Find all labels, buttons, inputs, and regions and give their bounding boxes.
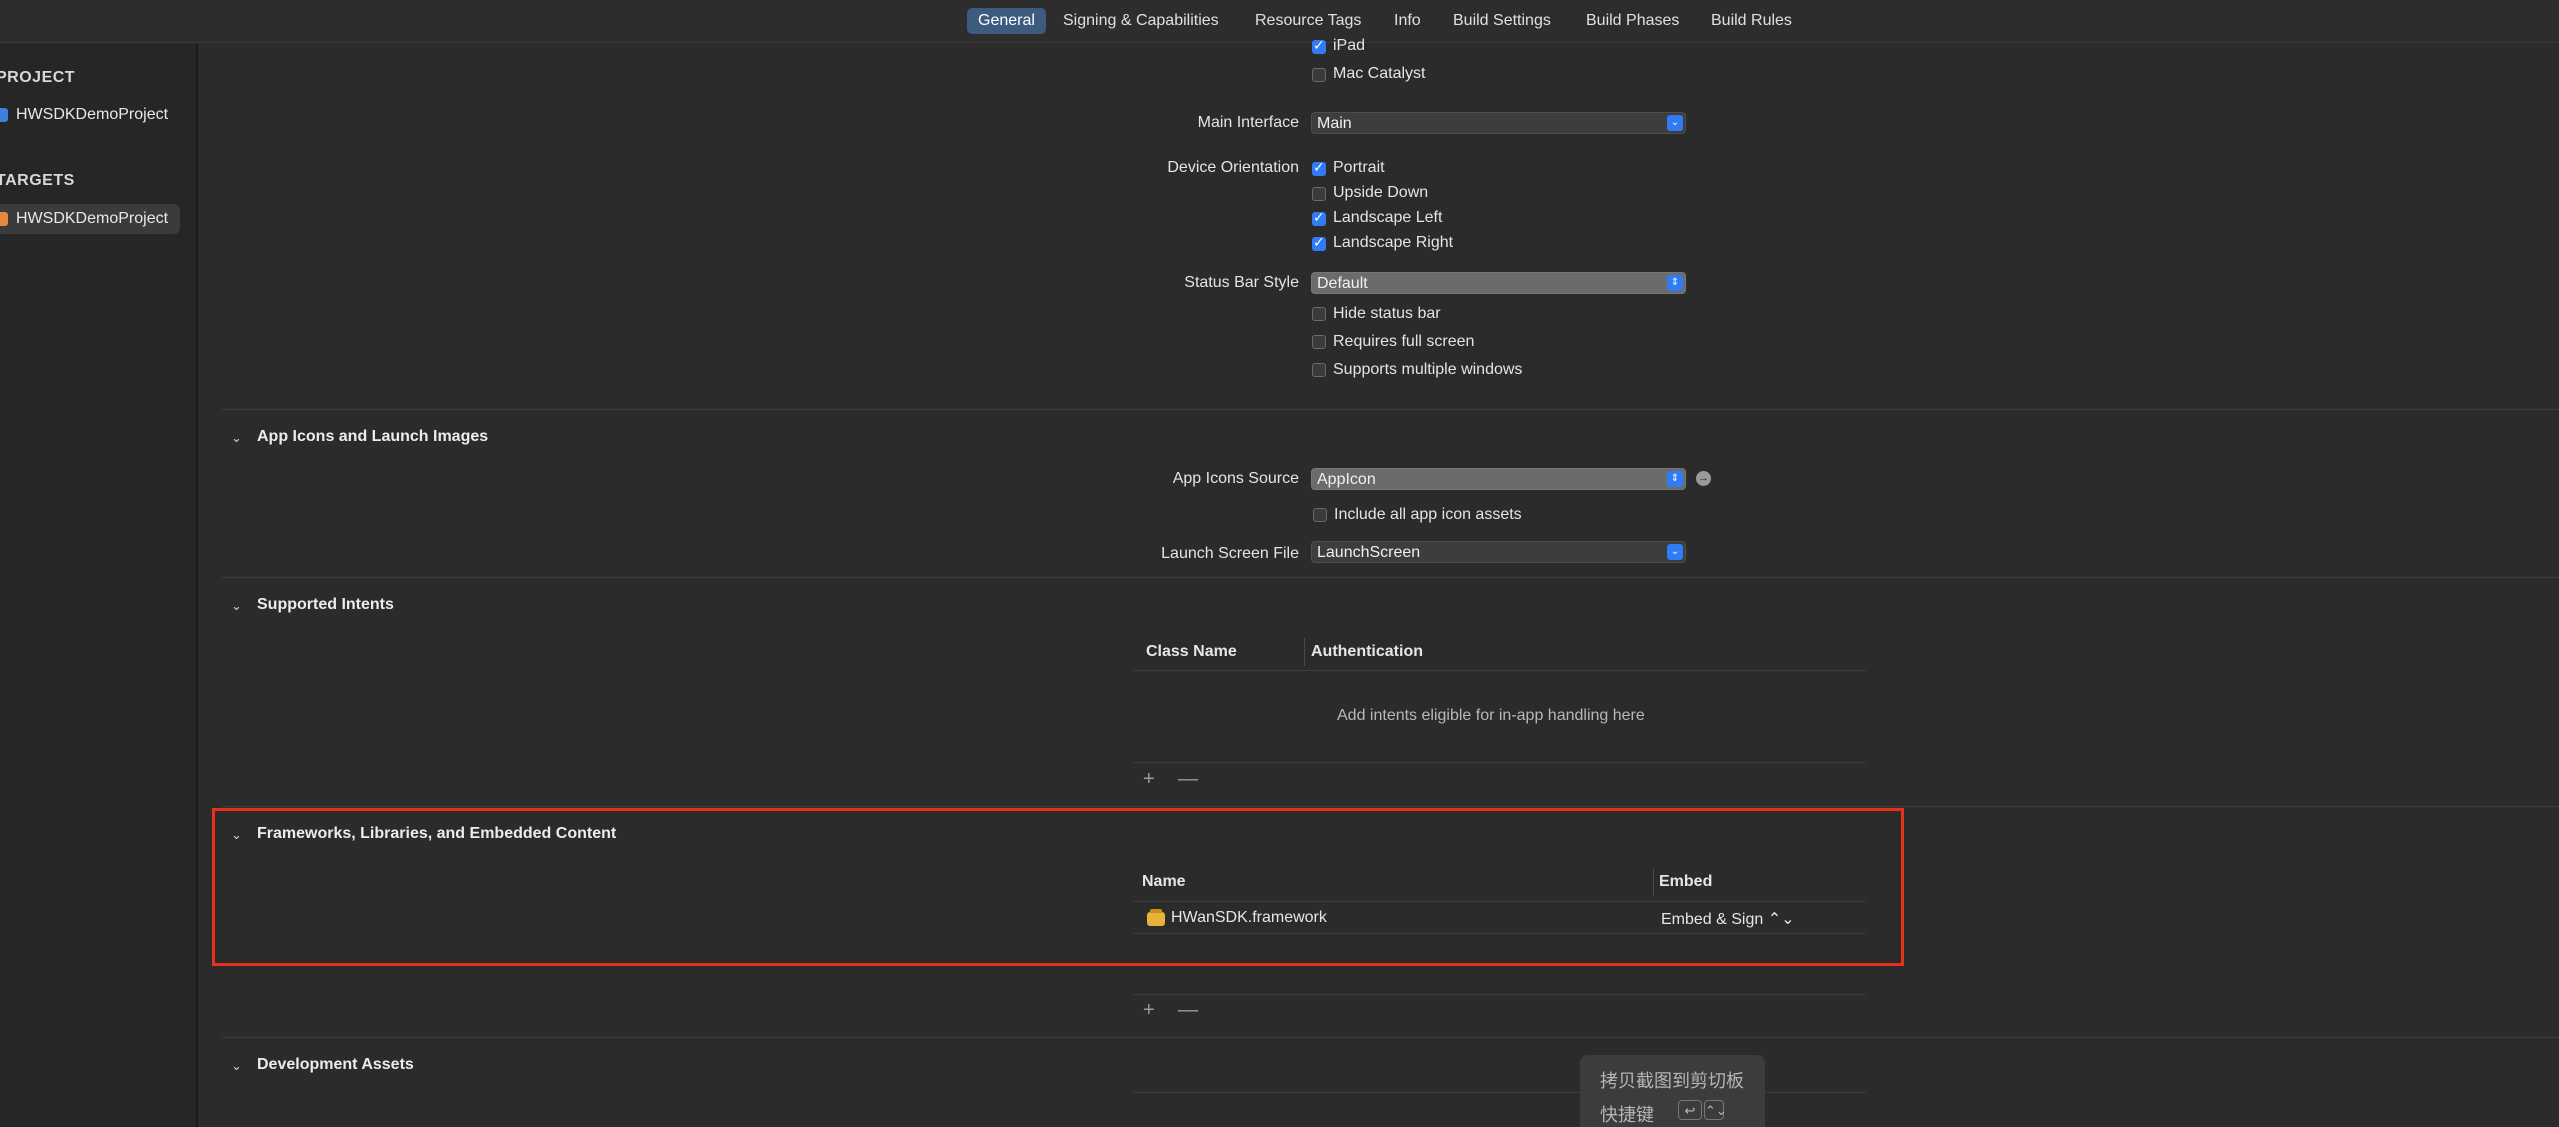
- main-interface-value: Main: [1317, 115, 1352, 132]
- main-interface-popup[interactable]: Main ⌄: [1311, 112, 1686, 134]
- tab-signing-capabilities[interactable]: Signing & Capabilities: [1052, 8, 1230, 34]
- ipad-checkbox[interactable]: [1312, 37, 1326, 54]
- include-all-icons-label: Include all app icon assets: [1334, 506, 1522, 523]
- portrait-checkbox[interactable]: [1312, 159, 1326, 176]
- app-icons-source-label: App Icons Source: [1172, 470, 1299, 487]
- sidebar-item-label: HWSDKDemoProject: [16, 106, 169, 123]
- landscape-left-checkbox[interactable]: [1312, 209, 1326, 226]
- app-icons-section-title[interactable]: App Icons and Launch Images: [257, 428, 488, 446]
- landscape-right-label: Landscape Right: [1333, 234, 1454, 251]
- mac-catalyst-label: Mac Catalyst: [1333, 65, 1426, 82]
- chevron-down-icon[interactable]: ⌄: [231, 598, 242, 614]
- section-divider: [222, 806, 2559, 807]
- app-icons-source-popup[interactable]: AppIcon ⇕: [1311, 468, 1686, 490]
- intents-col-authentication[interactable]: Authentication: [1311, 643, 1423, 661]
- app-target-icon: [0, 212, 8, 226]
- go-to-arrow-icon[interactable]: →: [1696, 471, 1711, 486]
- tab-build-rules[interactable]: Build Rules: [1700, 8, 1803, 34]
- shortcut-label: 快捷键: [1600, 1105, 1654, 1125]
- table-footer-divider: [1133, 994, 1866, 995]
- tab-build-settings[interactable]: Build Settings: [1442, 8, 1562, 34]
- supported-intents-section-title[interactable]: Supported Intents: [257, 596, 394, 614]
- requires-full-screen-label: Requires full screen: [1333, 333, 1475, 350]
- chevron-down-icon[interactable]: ⌄: [231, 1058, 242, 1074]
- editor-tab-bar: General Signing & Capabilities Resource …: [0, 0, 2559, 43]
- table-footer-divider: [1133, 762, 1866, 763]
- section-divider: [222, 1037, 2559, 1038]
- landscape-left-label: Landscape Left: [1333, 209, 1443, 226]
- section-divider: [222, 577, 2559, 578]
- mac-catalyst-checkbox[interactable]: [1312, 68, 1326, 82]
- add-framework-button[interactable]: +: [1143, 999, 1155, 1022]
- app-icons-source-value: AppIcon: [1317, 471, 1376, 488]
- annotation-highlight-box: [212, 808, 1904, 966]
- project-navigator-sidebar: PROJECT HWSDKDemoProject TARGETS HWSDKDe…: [0, 43, 198, 1127]
- supports-multiple-windows-label: Supports multiple windows: [1333, 361, 1523, 378]
- targets-section-header: TARGETS: [0, 172, 75, 189]
- chevron-down-icon: ⌄: [1667, 544, 1683, 560]
- portrait-label: Portrait: [1333, 159, 1385, 176]
- section-divider: [222, 409, 2559, 410]
- up-down-chevron-icon: ⇕: [1667, 275, 1683, 291]
- project-file-icon: [0, 108, 8, 122]
- column-divider: [1304, 638, 1305, 666]
- copy-to-clipboard-label: 拷贝截图到剪切板: [1600, 1071, 1744, 1091]
- tab-build-phases[interactable]: Build Phases: [1575, 8, 1690, 34]
- remove-framework-button[interactable]: —: [1178, 999, 1198, 1022]
- sidebar-item-label: HWSDKDemoProject: [16, 210, 169, 227]
- hide-status-bar-label: Hide status bar: [1333, 305, 1441, 322]
- sidebar-item-target[interactable]: HWSDKDemoProject: [0, 204, 180, 234]
- intents-col-class-name[interactable]: Class Name: [1146, 643, 1237, 661]
- include-all-icons-checkbox[interactable]: [1313, 508, 1327, 522]
- return-key-icon: ↩: [1678, 1100, 1702, 1120]
- development-assets-section-title[interactable]: Development Assets: [257, 1056, 414, 1074]
- tab-info[interactable]: Info: [1383, 8, 1432, 34]
- launch-screen-file-popup[interactable]: LaunchScreen ⌄: [1311, 541, 1686, 563]
- chevron-down-icon: ⌄: [1667, 115, 1683, 131]
- table-header-divider: [1133, 670, 1866, 671]
- upside-down-label: Upside Down: [1333, 184, 1429, 201]
- tab-general[interactable]: General: [967, 8, 1046, 34]
- up-down-chevron-icon: ⌃⌄: [1704, 1100, 1727, 1120]
- project-section-header: PROJECT: [0, 69, 76, 86]
- landscape-right-checkbox[interactable]: [1312, 234, 1326, 251]
- intents-empty-placeholder: Add intents eligible for in-app handling…: [1337, 707, 1645, 724]
- up-down-chevron-icon: ⇕: [1667, 471, 1683, 487]
- status-bar-style-label: Status Bar Style: [1184, 274, 1299, 291]
- hide-status-bar-checkbox[interactable]: [1312, 307, 1326, 321]
- status-bar-style-value: Default: [1317, 275, 1368, 292]
- launch-screen-file-value: LaunchScreen: [1317, 544, 1421, 561]
- chevron-down-icon[interactable]: ⌄: [231, 430, 242, 446]
- device-orientation-label: Device Orientation: [1167, 159, 1299, 176]
- upside-down-checkbox[interactable]: [1312, 187, 1326, 201]
- tab-resource-tags[interactable]: Resource Tags: [1244, 8, 1372, 34]
- ipad-label: iPad: [1333, 37, 1366, 54]
- sidebar-item-project[interactable]: HWSDKDemoProject: [0, 100, 180, 130]
- status-bar-style-popup[interactable]: Default ⇕: [1311, 272, 1686, 294]
- launch-screen-file-label: Launch Screen File: [1161, 545, 1299, 562]
- supports-multiple-windows-checkbox[interactable]: [1312, 363, 1326, 377]
- main-interface-label: Main Interface: [1197, 114, 1299, 131]
- requires-full-screen-checkbox[interactable]: [1312, 335, 1326, 349]
- add-intent-button[interactable]: +: [1143, 768, 1155, 791]
- remove-intent-button[interactable]: —: [1178, 768, 1198, 791]
- copy-to-clipboard-popup[interactable]: 拷贝截图到剪切板 快捷键 ↩ ⌃⌄: [1580, 1055, 1765, 1127]
